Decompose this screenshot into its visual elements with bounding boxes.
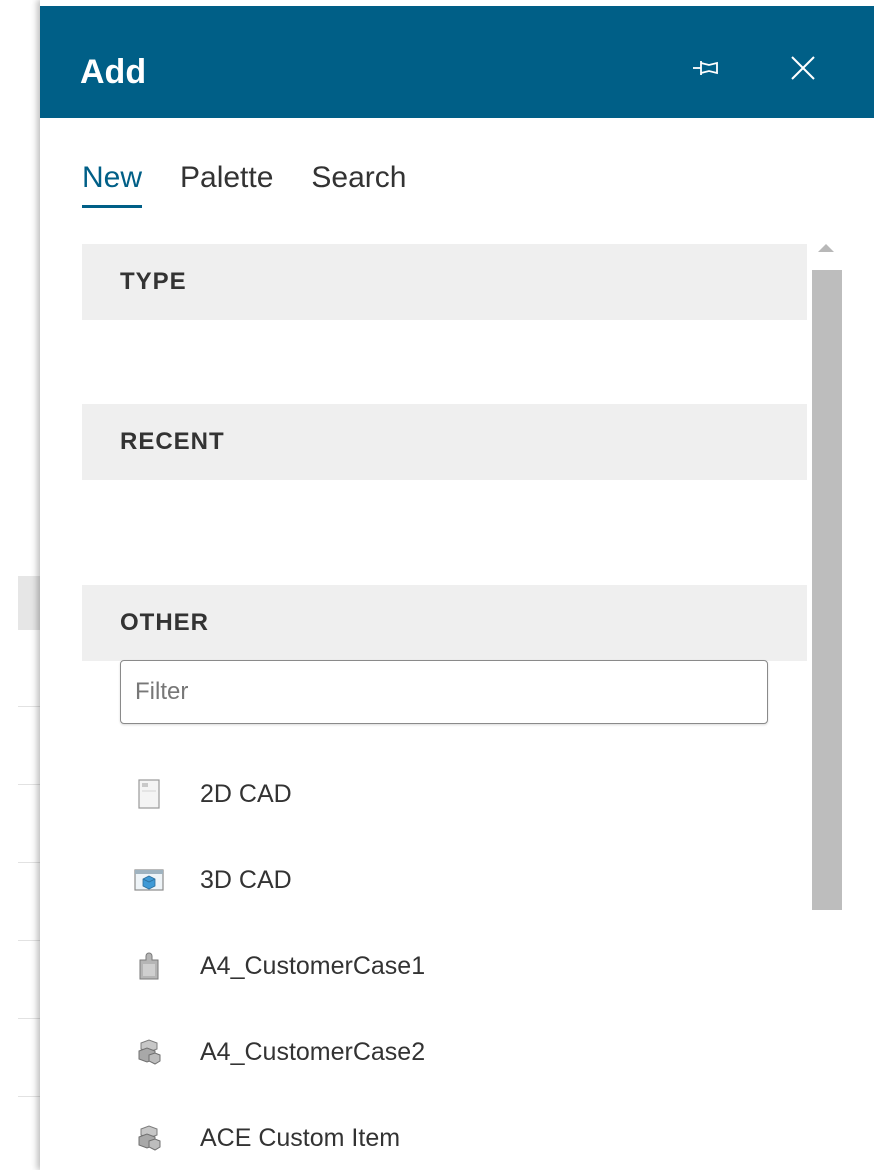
list-item-3d-cad[interactable]: 3D CAD [134,850,734,910]
blocks-icon [134,1122,164,1154]
filter-input[interactable] [120,660,768,724]
background-divider [18,784,42,785]
close-button[interactable] [781,46,825,90]
close-icon [791,56,815,80]
section-type-header[interactable]: TYPE [82,244,807,320]
tab-new[interactable]: New [82,160,143,208]
list-item-2d-cad[interactable]: 2D CAD [134,764,734,824]
tab-search[interactable]: Search [311,160,406,208]
scroll-up-arrow-icon[interactable] [818,244,834,252]
pin-button[interactable] [684,46,728,90]
background-divider [18,1096,42,1097]
pin-icon [693,61,718,75]
blocks-icon [134,1036,164,1068]
cube-window-icon [134,864,164,896]
list-item-a4-customercase1[interactable]: A4_CustomerCase1 [134,936,734,996]
list-item-ace-custom-item[interactable]: ACE Custom Item [134,1108,734,1168]
list-item-label: 2D CAD [200,779,292,808]
background-application-strip [0,0,42,1170]
scrollbar[interactable] [808,232,844,1170]
background-divider [18,862,42,863]
section-other-header[interactable]: OTHER [82,585,807,661]
list-item-label: 3D CAD [200,865,292,894]
list-item-a4-customercase2[interactable]: A4_CustomerCase2 [134,1022,734,1082]
panel-header: Add [40,6,874,118]
section-recent-header[interactable]: RECENT [82,404,807,480]
background-divider [18,940,42,941]
background-divider [18,1018,42,1019]
document-icon [134,778,164,810]
scrollbar-thumb[interactable] [812,270,842,910]
list-item-label: A4_CustomerCase2 [200,1037,426,1066]
puzzle-icon [134,950,164,982]
background-row-highlight [18,576,42,630]
panel-title: Add [80,53,147,91]
list-item-label: ACE Custom Item [200,1123,401,1152]
background-divider [18,706,42,707]
tab-bar: New Palette Search [82,160,444,208]
tab-palette[interactable]: Palette [180,160,273,208]
add-panel: Add New Palette Search TYPE RECENT OTHER… [40,0,874,1170]
list-item-label: A4_CustomerCase1 [200,951,426,980]
